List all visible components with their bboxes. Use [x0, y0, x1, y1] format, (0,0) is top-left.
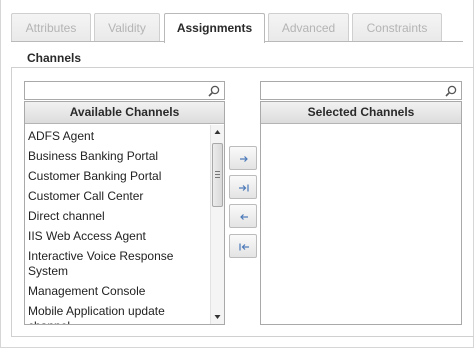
list-item[interactable]: IIS Web Access Agent [25, 229, 210, 249]
list-item[interactable]: Customer Call Center [25, 189, 210, 209]
move-selected-left-button[interactable] [229, 204, 257, 228]
move-all-left-button[interactable] [229, 234, 257, 258]
available-search-input[interactable] [25, 82, 224, 99]
selected-channels-panel: Selected Channels [260, 101, 462, 325]
list-item[interactable]: Direct channel [25, 209, 210, 229]
selected-search-input[interactable] [261, 82, 461, 99]
scroll-up-icon[interactable] [211, 125, 224, 139]
available-channels-header: Available Channels [25, 102, 224, 124]
tab-advanced[interactable]: Advanced [268, 13, 349, 42]
tab-validity[interactable]: Validity [94, 13, 160, 42]
search-icon[interactable] [208, 85, 220, 97]
scroll-down-icon[interactable] [211, 310, 224, 324]
selected-channels-list[interactable] [261, 125, 461, 324]
section-title: Channels [21, 50, 88, 66]
tab-assignments[interactable]: Assignments [164, 13, 265, 43]
arrow-left-icon [240, 214, 248, 220]
arrow-right-bar-icon [239, 184, 249, 192]
selected-search-box [260, 81, 462, 100]
arrow-right-icon [240, 156, 248, 162]
tab-constraints[interactable]: Constraints [352, 13, 442, 42]
search-icon[interactable] [445, 85, 457, 97]
list-item[interactable]: Interactive Voice Response System [25, 249, 210, 284]
available-channels-panel: Available Channels ADFS Agent Business B… [24, 101, 225, 325]
available-search-box [24, 81, 225, 100]
move-all-right-button[interactable] [229, 175, 257, 199]
list-item[interactable]: Management Console [25, 284, 210, 304]
available-channels-list[interactable]: ADFS Agent Business Banking Portal Custo… [25, 125, 210, 324]
scroll-thumb[interactable] [212, 143, 223, 207]
list-item[interactable]: ADFS Agent [25, 129, 210, 149]
selected-channels-header: Selected Channels [261, 102, 461, 124]
move-selected-right-button[interactable] [229, 146, 257, 170]
tab-attributes[interactable]: Attributes [11, 13, 91, 42]
arrow-left-bar-icon [239, 243, 249, 251]
tab-bar: Attributes Validity Assignments Advanced… [11, 13, 463, 43]
available-list-scrollbar[interactable] [210, 125, 224, 324]
list-item[interactable]: Business Banking Portal [25, 149, 210, 169]
list-item[interactable]: Customer Banking Portal [25, 169, 210, 189]
list-item[interactable]: Mobile Application update channel [25, 304, 210, 324]
